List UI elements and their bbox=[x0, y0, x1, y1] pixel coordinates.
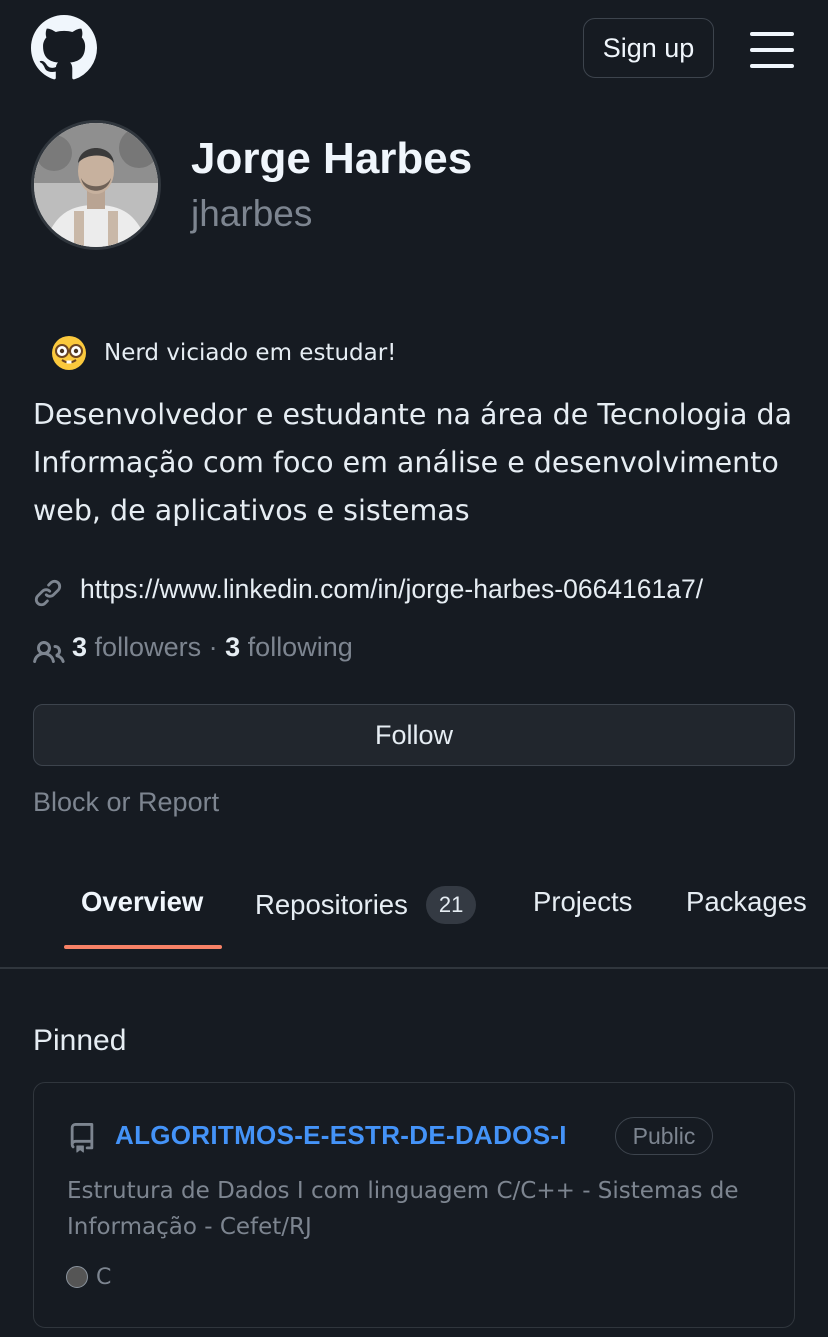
pinned-repo-description: Estrutura de Dados I com linguagem C/C++… bbox=[67, 1178, 739, 1240]
stats-separator: · bbox=[208, 632, 218, 662]
hamburger-menu-icon[interactable] bbox=[750, 32, 794, 68]
repo-icon bbox=[67, 1121, 97, 1155]
followers-link[interactable]: 3 followers bbox=[72, 632, 201, 662]
profile-bio: Desenvolvedor e estudante na área de Tec… bbox=[33, 398, 793, 527]
pinned-repo-name-link[interactable]: ALGORITMOS-E-ESTR-DE-DADOS-I bbox=[115, 1120, 567, 1151]
repo-language: C bbox=[96, 1265, 112, 1290]
following-link[interactable]: 3 following bbox=[225, 632, 353, 662]
repo-visibility-badge: Public bbox=[615, 1117, 713, 1155]
github-logo-icon[interactable] bbox=[31, 15, 97, 81]
active-tab-indicator bbox=[64, 945, 222, 949]
profile-username: jharbes bbox=[191, 193, 313, 234]
sign-up-button[interactable]: Sign up bbox=[583, 18, 714, 78]
nerd-face-emoji-icon bbox=[50, 334, 88, 372]
tab-repositories[interactable]: Repositories 21 bbox=[255, 886, 477, 924]
people-icon bbox=[33, 637, 65, 665]
follow-stats: 3 followers · 3 following bbox=[72, 632, 353, 663]
status-message: Nerd viciado em estudar! bbox=[104, 340, 397, 366]
repositories-count-badge: 21 bbox=[425, 886, 477, 924]
followers-count: 3 bbox=[72, 632, 88, 662]
following-count: 3 bbox=[225, 632, 241, 662]
tab-overview[interactable]: Overview bbox=[81, 886, 203, 918]
profile-full-name: Jorge Harbes bbox=[191, 134, 473, 183]
followers-label: followers bbox=[94, 632, 202, 662]
profile-website-link[interactable]: https://www.linkedin.com/in/jorge-harbes… bbox=[80, 574, 703, 605]
tab-projects[interactable]: Projects bbox=[533, 886, 632, 918]
language-color-dot bbox=[66, 1266, 88, 1288]
block-or-report-link[interactable]: Block or Report bbox=[33, 787, 219, 818]
pinned-heading: Pinned bbox=[33, 1024, 127, 1057]
tab-packages[interactable]: Packages bbox=[686, 886, 807, 918]
follow-button[interactable]: Follow bbox=[33, 704, 795, 766]
avatar bbox=[31, 120, 161, 250]
link-icon bbox=[33, 578, 63, 608]
following-label: following bbox=[247, 632, 353, 662]
tabs-divider bbox=[0, 967, 828, 969]
tab-repositories-label: Repositories bbox=[255, 889, 408, 920]
